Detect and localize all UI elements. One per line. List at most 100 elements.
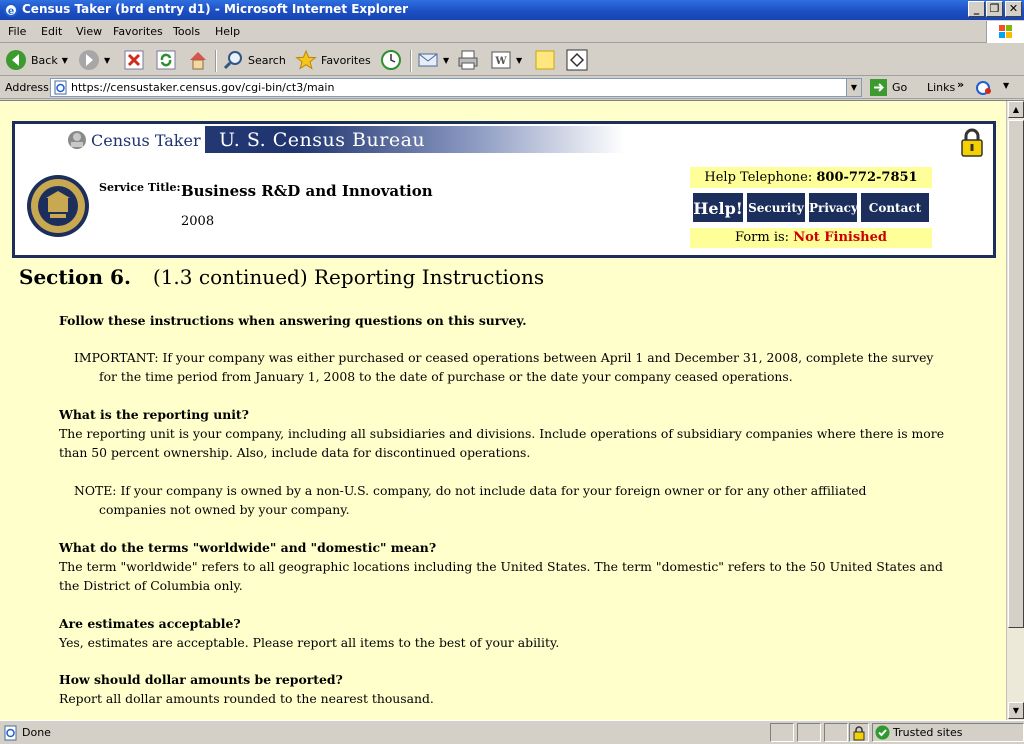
toolbar-separator: [215, 50, 217, 72]
contact-us-button[interactable]: Contact Us: [860, 192, 930, 246]
section-title: (1.3 continued) Reporting Instructions: [152, 265, 545, 289]
go-label: Go: [892, 81, 908, 94]
vertical-scrollbar[interactable]: ▲ ▼: [1006, 101, 1024, 720]
mail-icon: [418, 53, 438, 67]
mail-dropdown-icon[interactable]: ▼: [443, 56, 449, 65]
section-number: Section 6.: [19, 265, 131, 289]
instructions-intro: Follow these instructions when answering…: [59, 313, 527, 328]
print-icon: [458, 50, 478, 70]
menu-edit[interactable]: Edit: [41, 25, 62, 38]
web-page: Census Taker U. S. Census Bureau Service…: [0, 101, 1006, 720]
address-bar: Address https://censustaker.census.gov/c…: [0, 77, 1024, 99]
important-note: IMPORTANT: If your company was either pu…: [74, 348, 934, 386]
menu-favorites[interactable]: Favorites: [113, 25, 163, 38]
favorites-button[interactable]: Favorites: [295, 47, 371, 73]
status-pane: [770, 723, 794, 742]
back-dropdown-icon[interactable]: ▼: [62, 56, 68, 65]
go-button[interactable]: Go: [870, 79, 907, 96]
links-toolbar-icon[interactable]: [975, 80, 993, 96]
discuss-button[interactable]: [534, 47, 556, 73]
service-title-label: Service Title:: [99, 181, 181, 194]
scroll-thumb[interactable]: [1008, 120, 1024, 628]
forward-dropdown-icon[interactable]: ▼: [104, 56, 110, 65]
privacy-button[interactable]: Privacy: [808, 192, 858, 223]
edit-dropdown-icon[interactable]: ▼: [516, 56, 522, 65]
ssl-pane: [849, 723, 869, 742]
refresh-icon: [156, 50, 176, 70]
important-text: If your company was either purchased or …: [99, 350, 934, 384]
messenger-button[interactable]: [566, 47, 588, 73]
menu-help[interactable]: Help: [215, 25, 240, 38]
section-heading: Section 6. (1.3 continued) Reporting Inst…: [19, 265, 544, 289]
home-icon: [190, 52, 206, 70]
menu-view[interactable]: View: [76, 25, 102, 38]
answer-reporting-unit: The reporting unit is your company, incl…: [59, 426, 945, 460]
links-dropdown-icon[interactable]: ▼: [1003, 81, 1009, 90]
back-button[interactable]: Back ▼: [5, 47, 68, 73]
page-done-icon: [4, 725, 17, 741]
status-bar: Done Trusted sites: [0, 720, 1024, 744]
favorites-label: Favorites: [321, 53, 371, 67]
mail-button[interactable]: ▼: [417, 47, 449, 73]
forward-button[interactable]: ▼: [78, 47, 110, 73]
page-icon: [54, 80, 67, 95]
word-edit-icon: W: [491, 51, 511, 69]
stop-button[interactable]: [123, 47, 145, 73]
sticky-note-icon: [535, 50, 555, 70]
stop-icon: [124, 50, 144, 70]
question-dollar-amounts: How should dollar amounts be reported?: [59, 672, 343, 687]
note-text: If your company is owned by a non-U.S. c…: [99, 483, 867, 517]
address-dropdown-icon[interactable]: ▼: [846, 79, 861, 96]
menu-tools[interactable]: Tools: [173, 25, 200, 38]
scroll-up-button[interactable]: ▲: [1008, 101, 1024, 118]
history-icon: [381, 50, 401, 70]
favorites-star-icon: [295, 49, 317, 70]
window-title: Census Taker (brd entry d1) - Microsoft …: [22, 2, 409, 16]
print-button[interactable]: [457, 47, 479, 73]
address-input[interactable]: https://censustaker.census.gov/cgi-bin/c…: [50, 78, 862, 97]
search-button[interactable]: Search: [222, 47, 286, 73]
browser-viewport: Census Taker U. S. Census Bureau Service…: [0, 100, 1024, 720]
app-name: Census Taker: [91, 131, 201, 150]
links-label[interactable]: Links: [927, 81, 955, 94]
security-button[interactable]: Security: [746, 192, 806, 223]
lock-icon: [961, 128, 983, 157]
toolbar-separator: [410, 50, 412, 72]
restore-button[interactable]: ❐: [986, 1, 1003, 17]
edit-button[interactable]: W ▼: [490, 47, 522, 73]
important-label: IMPORTANT:: [74, 350, 159, 365]
back-label: Back: [31, 53, 58, 67]
title-bar: e Census Taker (brd entry d1) - Microsof…: [0, 0, 1024, 20]
svg-text:W: W: [494, 56, 507, 67]
go-arrow-icon: [870, 79, 887, 96]
form-status: Form is: Not Finished: [690, 228, 932, 248]
note-label: NOTE:: [74, 483, 117, 498]
refresh-button[interactable]: [155, 47, 177, 73]
answer-worldwide-domestic: The term "worldwide" refers to all geogr…: [59, 559, 943, 593]
back-arrow-icon: [6, 50, 26, 70]
form-status-value: Not Finished: [793, 230, 887, 245]
bureau-name: U. S. Census Bureau: [219, 129, 426, 151]
messenger-icon: [566, 49, 588, 71]
minimize-button[interactable]: _: [968, 1, 985, 17]
history-button[interactable]: [380, 47, 402, 73]
help-button[interactable]: Help!: [692, 192, 744, 223]
status-pane: [824, 723, 848, 742]
service-title: Business R&D and Innovation: [181, 182, 433, 200]
question-estimates: Are estimates acceptable?: [59, 616, 241, 631]
home-button[interactable]: [187, 47, 209, 73]
forward-arrow-icon: [79, 50, 99, 70]
trusted-sites-check-icon: [875, 725, 890, 740]
scroll-down-button[interactable]: ▼: [1008, 702, 1024, 719]
security-zone: Trusted sites: [893, 726, 963, 739]
close-button[interactable]: ✕: [1005, 1, 1022, 17]
help-telephone-label: Help Telephone:: [704, 170, 813, 185]
menu-bar: File Edit View Favorites Tools Help: [0, 21, 1024, 43]
census-taker-logo-icon: [68, 131, 86, 149]
ie-icon: e: [4, 3, 18, 17]
search-label: Search: [248, 53, 286, 67]
form-status-label: Form is:: [735, 230, 790, 245]
menu-file[interactable]: File: [8, 25, 26, 38]
svg-text:e: e: [8, 6, 14, 17]
links-chevron-icon[interactable]: »: [957, 78, 964, 91]
